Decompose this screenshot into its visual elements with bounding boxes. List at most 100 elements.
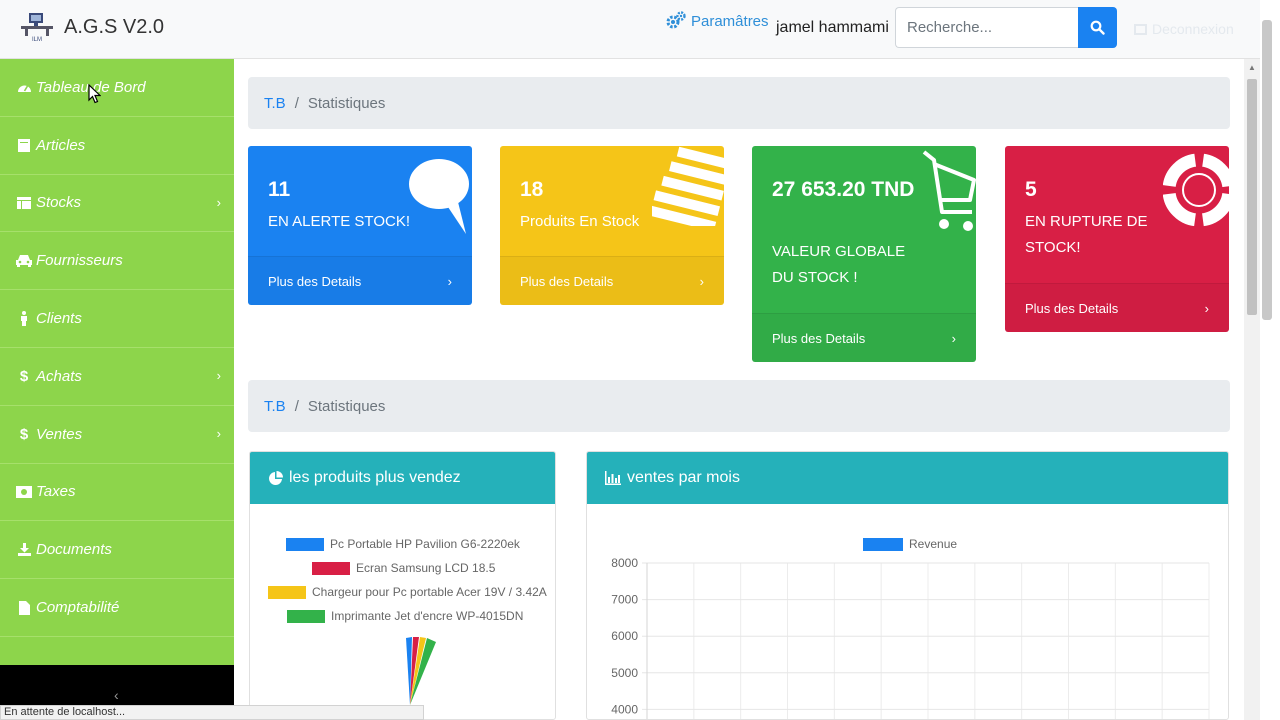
chevron-right-icon: › — [216, 194, 221, 210]
legend-swatch — [312, 561, 350, 575]
sidebar-item-label: Documents — [36, 541, 112, 559]
legend-item[interactable]: Chargeur pour Pc portable Acer 19V / 3.4… — [268, 585, 547, 599]
sales-bar-chart: 8000 7000 6000 5000 4000 — [611, 556, 1210, 719]
settings-link[interactable]: Paramâtres — [665, 10, 769, 32]
legend-swatch — [268, 585, 306, 599]
settings-label: Paramâtres — [691, 12, 769, 30]
app-logo-icon: ILM — [21, 13, 53, 42]
sidebar-item-clients[interactable]: Clients — [0, 290, 234, 348]
sidebar-item-tableau-de-bord[interactable]: Tableau de Bord — [0, 59, 234, 117]
legend-label: Chargeur pour Pc portable Acer 19V / 3.4… — [312, 585, 547, 599]
alert-stock-card: 11 EN ALERTE STOCK! Plus des Details › — [248, 146, 472, 305]
sidebar-item-stocks[interactable]: Stocks › — [0, 175, 234, 233]
sidebar-item-label: Articles — [36, 136, 86, 154]
legend-label: Imprimante Jet d'encre WP-4015DN — [331, 609, 524, 623]
card-details-link[interactable]: Plus des Details › — [500, 256, 724, 305]
sidebar-item-achats[interactable]: $ Achats › — [0, 348, 234, 406]
products-in-stock-card: 18 Produits En Stock Plus des Details › — [500, 146, 724, 305]
search-input[interactable] — [895, 7, 1078, 48]
gears-icon — [666, 11, 686, 29]
sidebar-item-label: Ventes — [36, 425, 83, 443]
search-form — [895, 7, 1117, 48]
table-icon — [16, 196, 32, 209]
legend-label: Revenue — [909, 537, 958, 551]
top-navbar: ILM A.G.S V2.0 Paramâtres jamel hammami … — [0, 0, 1280, 59]
chevron-right-icon: › — [1204, 300, 1209, 316]
article-icon — [16, 138, 32, 152]
logout-link[interactable]: Deconnexion — [1134, 21, 1234, 37]
card-value: 27 653.20 TND — [772, 178, 915, 201]
card-footer-label: Plus des Details — [772, 330, 866, 346]
breadcrumb-link[interactable]: T.B — [264, 398, 286, 415]
breadcrumb-separator: / — [294, 397, 299, 415]
breadcrumb: T.B / Statistiques — [248, 380, 1230, 432]
card-label: VALEUR GLOBALE DU STOCK ! — [772, 243, 906, 286]
breadcrumb-current: Statistiques — [307, 94, 386, 112]
window-scroll-thumb[interactable] — [1262, 20, 1272, 320]
legend-item[interactable]: Pc Portable HP Pavilion G6-2220ek — [286, 537, 520, 551]
card-footer-label: Plus des Details — [520, 273, 614, 289]
scroll-thumb[interactable] — [1247, 79, 1257, 315]
panel-header: ventes par mois — [587, 452, 1228, 504]
browser-status-bar: En attente de localhost... — [0, 705, 424, 720]
car-icon — [16, 254, 32, 268]
card-label: EN RUPTURE DE STOCK! — [1025, 213, 1148, 256]
dashboard-icon — [16, 81, 32, 93]
mouse-cursor-icon — [88, 84, 101, 104]
sidebar-item-ventes[interactable]: $ Ventes › — [0, 406, 234, 464]
page-scrollbar[interactable]: ▲ — [1244, 59, 1260, 720]
y-tick-label: 6000 — [611, 629, 638, 643]
sidebar-item-label: Fournisseurs — [36, 252, 123, 270]
card-details-link[interactable]: Plus des Details › — [752, 313, 976, 362]
sidebar-item-articles[interactable]: Articles — [0, 117, 234, 175]
brand[interactable]: ILM A.G.S V2.0 — [20, 12, 164, 42]
legend-item[interactable]: Revenue — [863, 537, 957, 551]
monthly-sales-panel: ventes par mois Revenue 8000 7000 6000 5000… — [586, 451, 1229, 720]
legend-item[interactable]: Imprimante Jet d'encre WP-4015DN — [287, 609, 523, 623]
card-value: 11 — [268, 178, 291, 201]
stock-value-card: 27 653.20 TND VALEUR GLOBALE DU STOCK ! … — [752, 146, 976, 362]
sign-out-icon — [1134, 23, 1147, 35]
card-footer-label: Plus des Details — [1025, 300, 1119, 316]
pie-chart-icon — [269, 470, 283, 485]
chevron-right-icon: › — [951, 330, 956, 346]
bar-chart-icon — [605, 471, 621, 485]
search-button[interactable] — [1078, 7, 1117, 48]
sidebar-item-taxes[interactable]: Taxes — [0, 464, 234, 522]
legend-label: Pc Portable HP Pavilion G6-2220ek — [330, 537, 520, 551]
chevron-left-icon: ‹ — [114, 687, 119, 703]
breadcrumb-separator: / — [294, 94, 299, 112]
chevron-right-icon: › — [216, 367, 221, 383]
sidebar-item-label: Taxes — [36, 483, 76, 501]
sidebar-item-documents[interactable]: Documents — [0, 521, 234, 580]
sidebar-item-label: Clients — [36, 310, 82, 328]
y-tick-label: 7000 — [611, 593, 638, 607]
card-details-link[interactable]: Plus des Details › — [1005, 283, 1229, 332]
card-value: 5 — [1025, 178, 1037, 201]
y-tick-label: 8000 — [611, 556, 638, 570]
chevron-right-icon: › — [699, 273, 704, 289]
card-footer-label: Plus des Details — [268, 273, 362, 289]
y-tick-label: 4000 — [611, 702, 638, 716]
sidebar-item-comptabilite[interactable]: Comptabilité — [0, 579, 234, 637]
y-tick-label: 5000 — [611, 666, 638, 680]
card-details-link[interactable]: Plus des Details › — [248, 256, 472, 305]
card-label: EN ALERTE STOCK! — [268, 213, 410, 230]
search-icon — [1090, 20, 1105, 35]
scroll-up-icon[interactable]: ▲ — [1248, 63, 1256, 72]
logout-label: Deconnexion — [1152, 21, 1234, 37]
download-icon — [16, 543, 32, 557]
dollar-icon: $ — [19, 425, 29, 443]
pie-chart — [406, 637, 436, 705]
cart-icon — [922, 150, 976, 231]
file-icon — [16, 600, 32, 615]
money-icon — [16, 485, 32, 498]
sidebar-item-fournisseurs[interactable]: Fournisseurs — [0, 232, 234, 291]
top-products-panel: les produits plus vendez Pc Portable HP … — [249, 451, 556, 720]
out-of-stock-card: 5 EN RUPTURE DE STOCK! Plus des Details … — [1005, 146, 1229, 332]
dollar-icon: $ — [19, 367, 29, 385]
breadcrumb-link[interactable]: T.B — [264, 95, 286, 112]
legend-item[interactable]: Ecran Samsung LCD 18.5 — [312, 561, 495, 575]
legend-swatch — [286, 537, 324, 551]
sidebar: Tableau de Bord Articles Stocks › Fourni… — [0, 59, 234, 665]
